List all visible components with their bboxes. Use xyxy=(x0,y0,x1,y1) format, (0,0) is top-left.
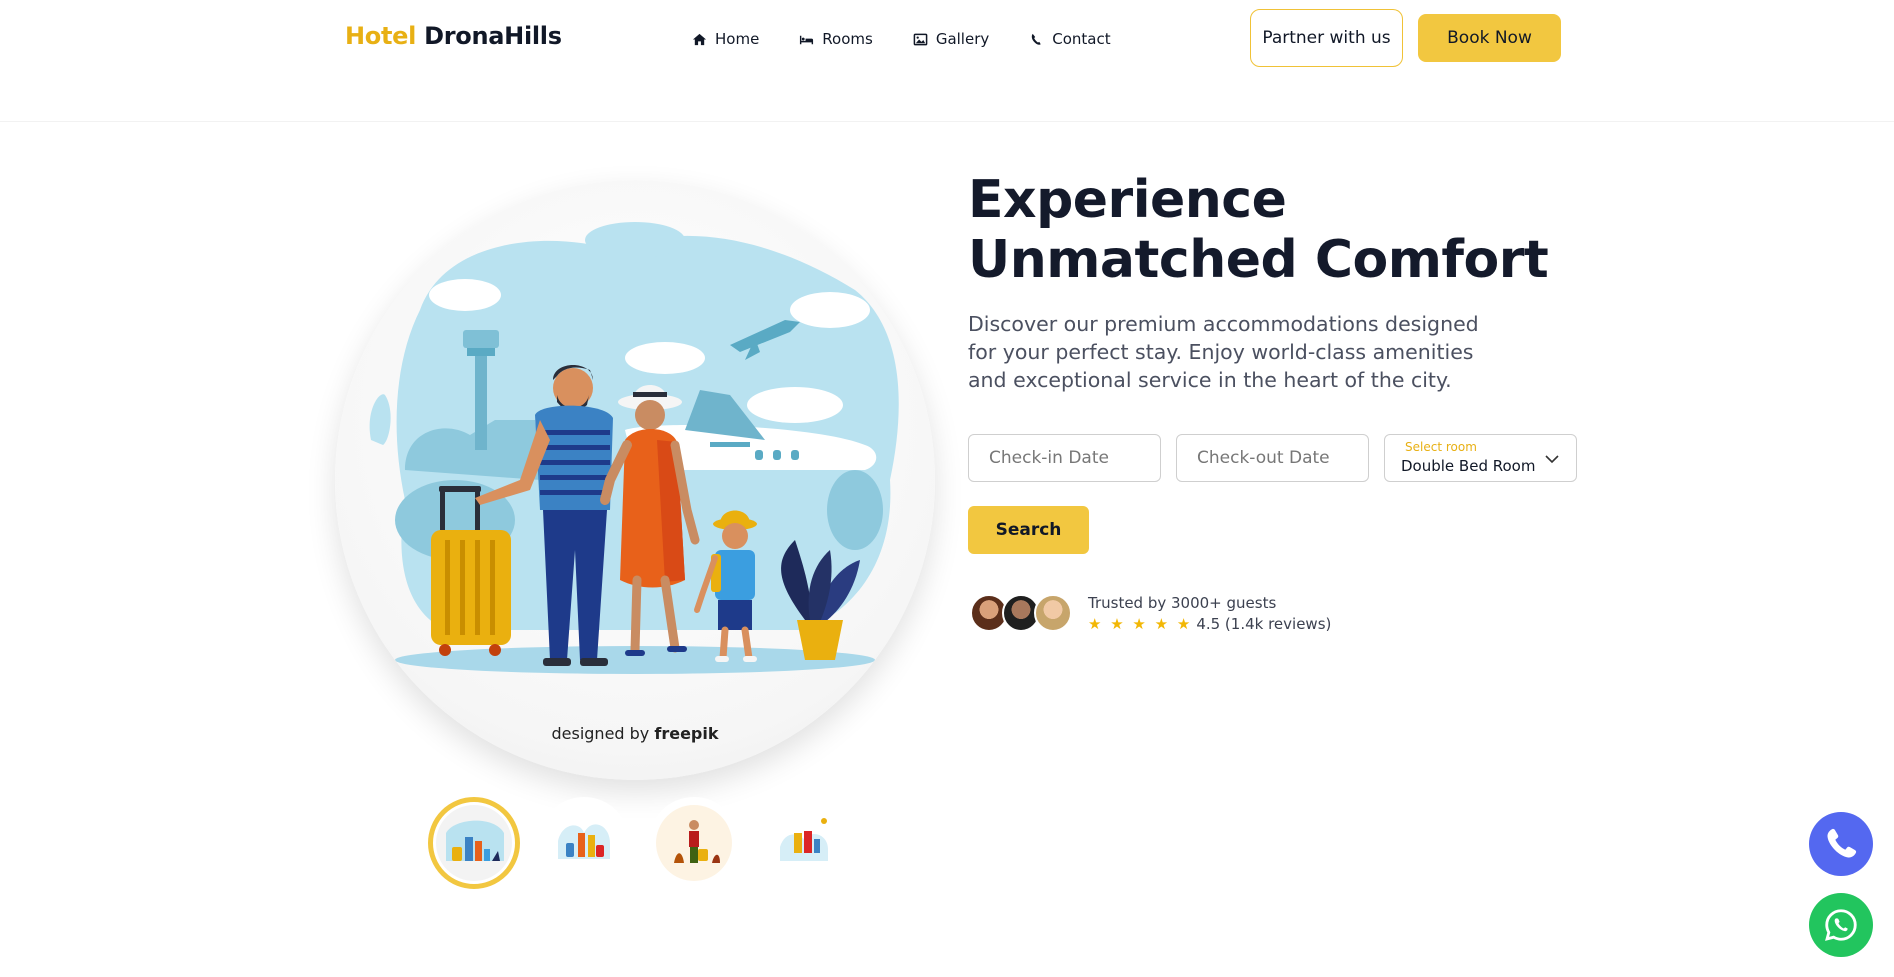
book-now-button[interactable]: Book Now xyxy=(1418,14,1561,62)
nav-label-home: Home xyxy=(715,30,760,48)
nav-label-contact: Contact xyxy=(1052,30,1111,48)
guest-avatars xyxy=(970,594,1072,634)
call-button[interactable] xyxy=(1809,812,1873,876)
brand-prefix: Hotel xyxy=(345,22,417,50)
thumbnail-traveler-walking-icon xyxy=(656,805,732,881)
main-nav: Home Rooms Gallery Contact xyxy=(692,30,1111,48)
star-rating-icon: ★ ★ ★ ★ ★ xyxy=(1088,615,1193,633)
credit-prefix: designed by xyxy=(551,724,650,743)
thumbnail-1[interactable] xyxy=(428,797,520,889)
hero-thumbnails xyxy=(428,797,850,889)
nav-item-home[interactable]: Home xyxy=(692,30,759,48)
thumbnail-2[interactable] xyxy=(538,797,630,889)
thumbnail-family-airport-icon xyxy=(436,805,512,881)
nav-label-rooms: Rooms xyxy=(822,30,873,48)
thumbnail-family-map-icon xyxy=(766,805,842,881)
nav-label-gallery: Gallery xyxy=(935,30,990,48)
trusted-by-text: Trusted by 3000+ guests xyxy=(1088,594,1277,612)
partner-with-us-button[interactable]: Partner with us xyxy=(1250,9,1403,67)
thumbnail-couple-beach-icon xyxy=(546,805,622,881)
site-header: Hotel DronaHills Home Rooms Gallery Cont… xyxy=(0,0,1894,122)
nav-item-rooms[interactable]: Rooms xyxy=(799,30,873,48)
whatsapp-button[interactable] xyxy=(1809,893,1873,957)
nav-item-gallery[interactable]: Gallery xyxy=(913,30,989,48)
image-credit: designed by freepik xyxy=(335,724,935,743)
phone-icon xyxy=(1827,828,1857,858)
credit-brand: freepik xyxy=(654,724,719,743)
phone-handset-icon xyxy=(1032,33,1041,45)
image-icon xyxy=(913,33,928,45)
checkout-field[interactable] xyxy=(1176,434,1369,482)
chevron-down-icon xyxy=(1545,455,1559,464)
rating-row: ★ ★ ★ ★ ★ 4.5 (1.4k reviews) xyxy=(1088,615,1331,633)
thumbnail-3[interactable] xyxy=(648,797,740,889)
home-icon xyxy=(692,33,707,45)
thumbnail-4[interactable] xyxy=(758,797,850,889)
brand-name: DronaHills xyxy=(424,22,562,50)
checkin-date-input[interactable] xyxy=(969,435,1160,481)
checkout-date-input[interactable] xyxy=(1177,435,1368,481)
room-select[interactable]: Select room Double Bed Room xyxy=(1384,434,1577,482)
whatsapp-icon xyxy=(1825,909,1857,941)
hero-title: Experience Unmatched Comfort xyxy=(968,170,1549,290)
rating-text: 4.5 (1.4k reviews) xyxy=(1196,615,1332,633)
search-button[interactable]: Search xyxy=(968,506,1089,554)
avatar xyxy=(1034,594,1072,632)
brand-logo[interactable]: Hotel DronaHills xyxy=(345,22,562,50)
checkin-field[interactable] xyxy=(968,434,1161,482)
room-select-label: Select room xyxy=(1405,440,1477,454)
family-travel-illustration xyxy=(369,222,899,674)
hero-subtitle: Discover our premium accommodations desi… xyxy=(968,312,1479,392)
nav-item-contact[interactable]: Contact xyxy=(1029,30,1111,48)
bed-icon xyxy=(800,35,814,44)
trust-block: Trusted by 3000+ guests ★ ★ ★ ★ ★ 4.5 (1… xyxy=(1088,594,1331,633)
room-select-value: Double Bed Room xyxy=(1401,457,1536,475)
hero-illustration: designed by freepik xyxy=(335,180,935,780)
